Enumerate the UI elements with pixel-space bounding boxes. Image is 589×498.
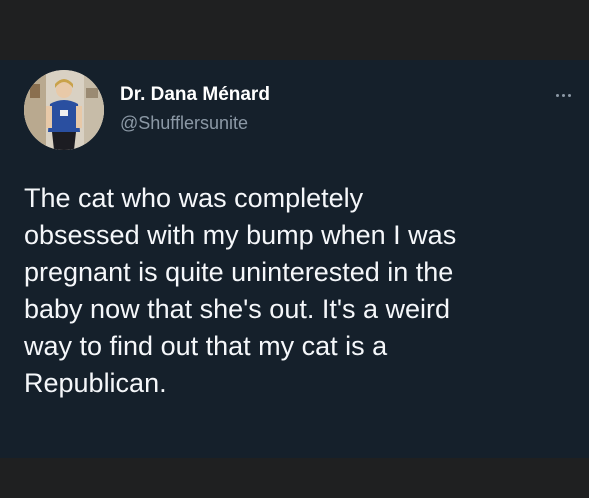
screenshot-frame: Dr. Dana Ménard @Shufflersunite The cat … bbox=[0, 0, 589, 498]
tweet-text: The cat who was completely obsessed with… bbox=[24, 183, 457, 398]
tweet-card: Dr. Dana Ménard @Shufflersunite The cat … bbox=[0, 60, 589, 458]
more-dot bbox=[561, 93, 565, 97]
more-dot bbox=[555, 93, 559, 97]
profile-avatar[interactable] bbox=[24, 70, 104, 150]
author-name[interactable]: Dr. Dana Ménard bbox=[120, 84, 270, 106]
more-options-icon[interactable] bbox=[545, 86, 581, 104]
avatar-photo-icon bbox=[24, 70, 104, 150]
top-border bbox=[0, 0, 589, 60]
bottom-border bbox=[0, 458, 589, 498]
author-handle[interactable]: @Shufflersunite bbox=[120, 112, 248, 134]
more-dot bbox=[567, 93, 571, 97]
